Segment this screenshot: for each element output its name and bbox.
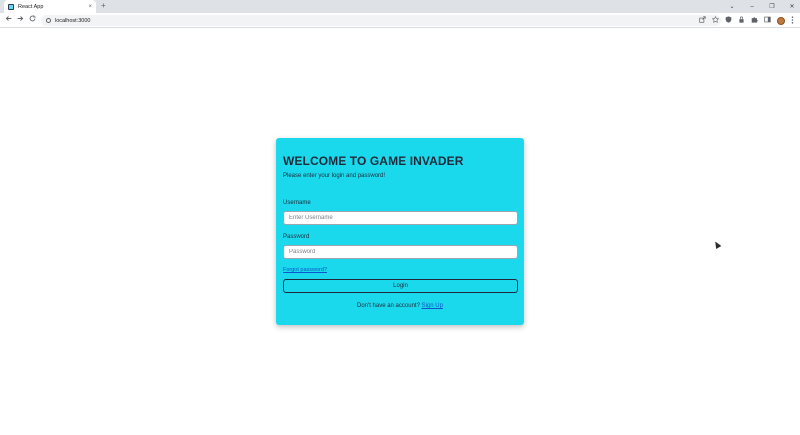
tab-close-icon[interactable]: ×: [88, 4, 92, 10]
signup-line: Don't have an account? Sign Up: [283, 303, 517, 309]
profile-avatar[interactable]: [777, 16, 785, 25]
password-label: Password: [283, 234, 310, 240]
login-card: WELCOME TO GAME INVADER Please enter you…: [276, 138, 524, 325]
mouse-cursor-icon: [712, 239, 722, 250]
tab-search-icon[interactable]: ⌄: [728, 3, 736, 10]
site-info-icon[interactable]: [46, 18, 51, 23]
react-favicon-icon: [8, 3, 14, 10]
forgot-password-link[interactable]: Forgot password?: [283, 267, 517, 273]
minimize-button[interactable]: –: [748, 4, 756, 10]
username-label: Username: [283, 200, 311, 206]
restore-button[interactable]: ❐: [768, 3, 776, 10]
page-title: WELCOME TO GAME INVADER: [283, 154, 464, 168]
new-tab-button[interactable]: +: [101, 1, 106, 11]
login-subtitle: Please enter your login and password!: [283, 173, 386, 179]
address-text: localhost:3000: [55, 17, 91, 24]
address-bar[interactable]: localhost:3000: [41, 15, 721, 26]
toolbar-icons: [699, 15, 794, 26]
browser-chrome: React App × + ⌄ – ❐ ✕ localhost:3000: [0, 0, 800, 28]
login-button[interactable]: Login: [283, 279, 518, 293]
arrow-right-icon[interactable]: [15, 15, 25, 26]
reload-icon[interactable]: [27, 15, 37, 26]
tab-strip: React App × + ⌄ – ❐ ✕: [0, 0, 800, 13]
share-icon[interactable]: [699, 16, 706, 25]
extensions-puzzle-icon[interactable]: [751, 16, 758, 25]
username-input[interactable]: [283, 211, 518, 225]
tab-title: React App: [18, 3, 44, 10]
close-window-button[interactable]: ✕: [788, 3, 796, 10]
signup-prompt: Don't have an account?: [357, 303, 420, 309]
arrow-left-icon[interactable]: [3, 15, 13, 26]
window-controls: ⌄ – ❐ ✕: [728, 0, 796, 13]
browser-tab[interactable]: React App ×: [4, 0, 96, 13]
signup-link[interactable]: Sign Up: [422, 303, 443, 309]
lock-extension-icon[interactable]: [738, 16, 745, 25]
side-panel-icon[interactable]: [764, 16, 771, 25]
shield-extension-icon[interactable]: [725, 16, 732, 25]
menu-kebab-icon[interactable]: [791, 15, 794, 26]
password-input[interactable]: [283, 245, 518, 259]
bookmark-star-icon[interactable]: [711, 15, 720, 25]
browser-toolbar: localhost:3000: [0, 13, 800, 28]
